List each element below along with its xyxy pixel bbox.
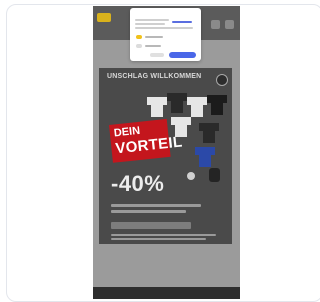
jersey-dark-image xyxy=(167,90,187,114)
promo-banner[interactable]: UNSCHLAG WILLKOMMEN DEIN VORTEIL -40% xyxy=(99,68,232,244)
menu-icon[interactable] xyxy=(211,20,220,29)
cookie-option-toggle[interactable] xyxy=(136,44,142,48)
jersey-white-image xyxy=(147,94,167,118)
discount-value: -40% xyxy=(111,171,165,196)
cookie-text-line xyxy=(135,23,165,25)
jersey-black-image xyxy=(207,92,227,116)
cookie-consent-dialog xyxy=(130,8,201,61)
cart-icon[interactable] xyxy=(225,20,234,29)
fine-print-line xyxy=(111,238,206,240)
jersey-blue-image xyxy=(195,144,215,168)
promo-badge: DEIN VORTEIL xyxy=(109,118,183,163)
cookie-accept-button[interactable] xyxy=(169,52,196,58)
voucher-code-box[interactable] xyxy=(111,222,191,229)
jersey-dark-image xyxy=(199,120,219,144)
cookie-option-toggle[interactable] xyxy=(136,35,142,39)
brand-logo-icon[interactable] xyxy=(97,13,111,22)
cookie-decline-button[interactable] xyxy=(150,53,164,57)
banner-title: UNSCHLAG WILLKOMMEN xyxy=(107,73,202,80)
cookie-text-line xyxy=(135,27,193,29)
bottom-bar xyxy=(93,287,240,299)
cookie-option-label xyxy=(145,45,161,47)
cookie-option-label xyxy=(145,36,163,38)
backpack-image xyxy=(209,168,220,182)
fine-print-line xyxy=(111,234,216,236)
ball-image xyxy=(187,172,195,180)
cookie-settings-link[interactable] xyxy=(172,21,192,23)
cookie-text-line xyxy=(135,19,169,21)
club-crest-icon xyxy=(216,74,228,86)
fine-print-line xyxy=(111,204,201,207)
fine-print-line xyxy=(111,210,186,213)
